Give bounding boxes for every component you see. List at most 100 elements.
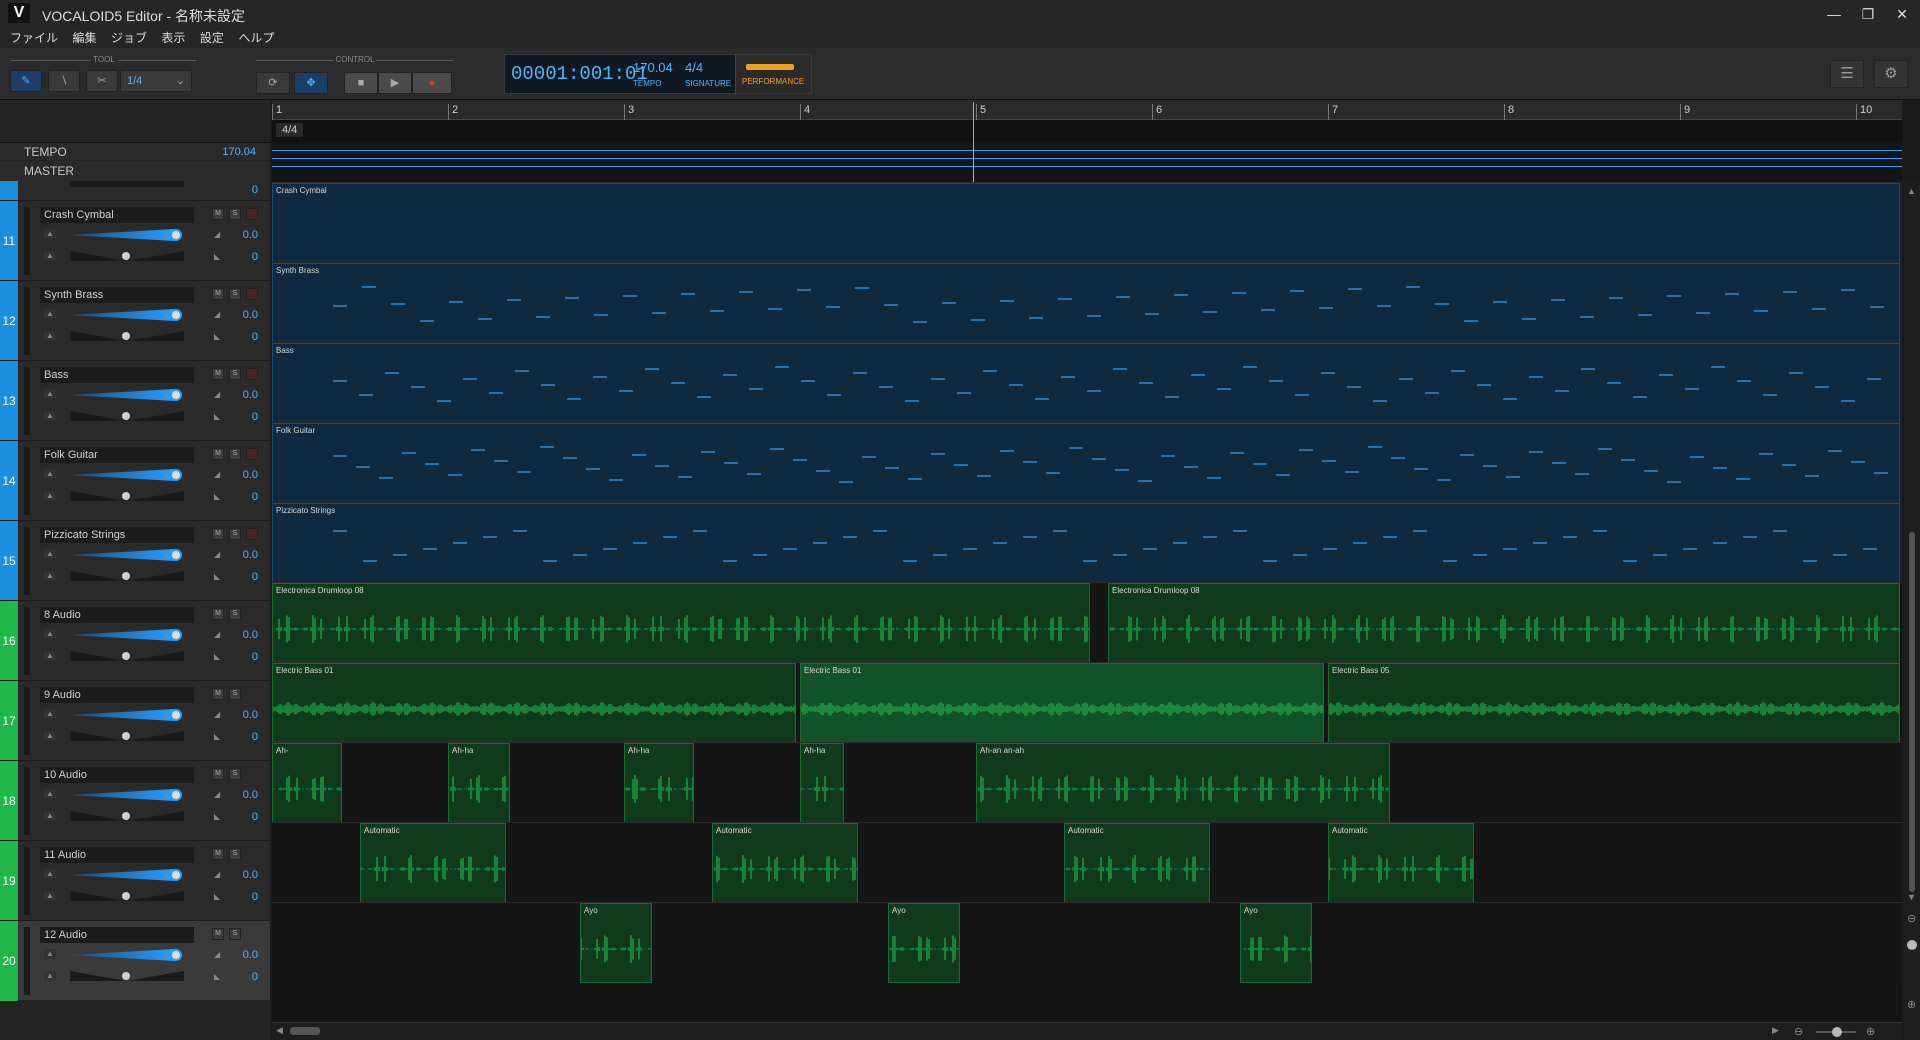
quantize-select[interactable]: 1/4 ⌄	[120, 70, 192, 92]
audio-clip[interactable]: Electronica Drumloop 08	[272, 583, 1090, 663]
audio-clip[interactable]: Ah-ha	[800, 743, 844, 823]
pan-slider[interactable]	[70, 971, 184, 981]
zoom-out-vertical-icon[interactable]: ⊖	[1907, 912, 1916, 925]
record-arm-button[interactable]	[246, 208, 258, 220]
track-header[interactable]: 11 Crash Cymbal M S ▲ ▲ ◢ ◣ 0.0 0	[0, 200, 270, 281]
midi-clip[interactable]: Pizzicato Strings	[272, 503, 1900, 583]
arrangement-area[interactable]: Crash Cymbal Synth Brass Bass Folk Guitar Pi…	[272, 182, 1902, 1022]
list-view-button[interactable]: ☰	[1830, 60, 1864, 88]
volume-knob[interactable]	[170, 869, 182, 881]
track-number[interactable]: 15	[0, 521, 18, 601]
horizontal-scroll-thumb[interactable]	[290, 1027, 320, 1035]
loop-button[interactable]: ⟳	[256, 72, 290, 94]
pan-value[interactable]: 0	[208, 651, 258, 663]
track-grip[interactable]	[24, 847, 30, 915]
record-arm-button[interactable]	[246, 288, 258, 300]
track-header[interactable]: 14 Folk Guitar M S ▲ ▲ ◢ ◣ 0.0 0	[0, 440, 270, 521]
solo-button[interactable]: S	[229, 288, 241, 300]
tempo-value[interactable]: 170.04	[633, 60, 673, 75]
follow-button[interactable]: ✥	[294, 72, 328, 94]
timeline-ruler[interactable]: 1 2 3 4 5 6 7 8 9 10	[272, 100, 1902, 120]
track-header[interactable]: 12 Synth Brass M S ▲ ▲ ◢ ◣ 0.0 0	[0, 280, 270, 361]
volume-value[interactable]: 0.0	[208, 549, 258, 561]
solo-button[interactable]: S	[229, 928, 241, 940]
tempo-lane[interactable]	[272, 142, 1902, 182]
scroll-down-icon[interactable]: ▼	[1907, 892, 1916, 902]
track-header[interactable]: 15 Pizzicato Strings M S ▲ ▲ ◢ ◣ 0.0 0	[0, 520, 270, 601]
zoom-in-vertical-icon[interactable]: ⊕	[1907, 998, 1916, 1011]
track-number[interactable]: 18	[0, 761, 18, 841]
track-lane[interactable]: Pizzicato Strings	[272, 502, 1902, 583]
audio-clip[interactable]: Automatic	[1328, 823, 1474, 903]
mute-button[interactable]: M	[212, 448, 224, 460]
track-name[interactable]: Bass	[40, 367, 194, 383]
track-grip[interactable]	[24, 927, 30, 995]
track-header[interactable]: 18 10 Audio M S ▲ ▲ ◢ ◣ 0.0 0	[0, 760, 270, 841]
track-number[interactable]: 19	[0, 841, 18, 921]
volume-value[interactable]: 0.0	[208, 309, 258, 321]
volume-value[interactable]: 0.0	[208, 629, 258, 641]
midi-clip[interactable]: Synth Brass	[272, 263, 1900, 343]
pan-slider[interactable]	[70, 891, 184, 901]
track-name[interactable]: Folk Guitar	[40, 447, 194, 463]
audio-clip[interactable]: Ah-	[272, 743, 342, 823]
audio-clip[interactable]: Electric Bass 01	[272, 663, 796, 743]
scroll-left-icon[interactable]: ◀	[276, 1025, 283, 1036]
play-button[interactable]: ▶	[378, 72, 412, 94]
volume-value[interactable]: 0.0	[208, 949, 258, 961]
mute-button[interactable]: M	[212, 928, 224, 940]
volume-knob[interactable]	[170, 389, 182, 401]
pan-slider[interactable]	[70, 331, 184, 341]
menu-settings[interactable]: 設定	[200, 28, 224, 48]
volume-knob[interactable]	[170, 229, 182, 241]
pan-knob[interactable]	[122, 412, 130, 420]
volume-slider[interactable]	[70, 549, 184, 561]
solo-button[interactable]: S	[229, 208, 241, 220]
track-grip[interactable]	[24, 367, 30, 435]
track-number[interactable]: 11	[0, 201, 18, 281]
pan-knob[interactable]	[122, 572, 130, 580]
track-header[interactable]: 20 12 Audio M S ▲ ▲ ◢ ◣ 0.0 0	[0, 920, 270, 1001]
volume-knob[interactable]	[170, 309, 182, 321]
scroll-right-icon[interactable]: ▶	[1772, 1025, 1779, 1036]
volume-value[interactable]: 0.0	[208, 389, 258, 401]
record-arm-button[interactable]	[246, 528, 258, 540]
vertical-scrollbar[interactable]: ▲ ▼ ⊖ ⊕	[1904, 182, 1920, 1040]
midi-clip[interactable]: Folk Guitar	[272, 423, 1900, 503]
track-grip[interactable]	[24, 687, 30, 755]
track-grip[interactable]	[24, 207, 30, 275]
volume-slider[interactable]	[70, 869, 184, 881]
time-signature-marker[interactable]: 4/4	[276, 123, 304, 137]
track-number[interactable]: 12	[0, 281, 18, 361]
track-grip[interactable]	[24, 607, 30, 675]
volume-knob[interactable]	[170, 709, 182, 721]
pan-value[interactable]: 0	[208, 251, 258, 263]
close-icon[interactable]: ✕	[1888, 4, 1916, 24]
mute-button[interactable]: M	[212, 608, 224, 620]
track-number[interactable]: 16	[0, 601, 18, 681]
audio-clip[interactable]: Electronica Drumloop 08	[1108, 583, 1900, 663]
menu-edit[interactable]: 編集	[72, 28, 96, 48]
track-lane[interactable]: Electric Bass 01 Electric Bass 01 Electric…	[272, 662, 1902, 743]
pan-slider[interactable]	[70, 811, 184, 821]
mute-button[interactable]: M	[212, 208, 224, 220]
pan-value[interactable]: 0	[208, 411, 258, 423]
audio-clip[interactable]: Automatic	[712, 823, 858, 903]
solo-button[interactable]: S	[229, 528, 241, 540]
track-lane[interactable]: Bass	[272, 342, 1902, 423]
pan-knob[interactable]	[122, 652, 130, 660]
pan-slider[interactable]	[70, 731, 184, 741]
track-name[interactable]: Crash Cymbal	[40, 207, 194, 223]
pan-knob[interactable]	[122, 332, 130, 340]
zoom-in-horizontal-icon[interactable]: ⊕	[1866, 1025, 1875, 1038]
volume-slider[interactable]	[70, 709, 184, 721]
menu-file[interactable]: ファイル	[10, 28, 58, 48]
track-header[interactable]: 19 11 Audio M S ▲ ▲ ◢ ◣ 0.0 0	[0, 840, 270, 921]
pan-slider[interactable]	[70, 411, 184, 421]
partial-track-pan-value[interactable]: 0	[208, 184, 258, 196]
solo-button[interactable]: S	[229, 368, 241, 380]
restore-icon[interactable]: ❐	[1854, 4, 1882, 24]
audio-clip[interactable]: Electric Bass 05	[1328, 663, 1900, 743]
zoom-vertical-slider-knob[interactable]	[1907, 940, 1917, 950]
track-number[interactable]: 20	[0, 921, 18, 1001]
